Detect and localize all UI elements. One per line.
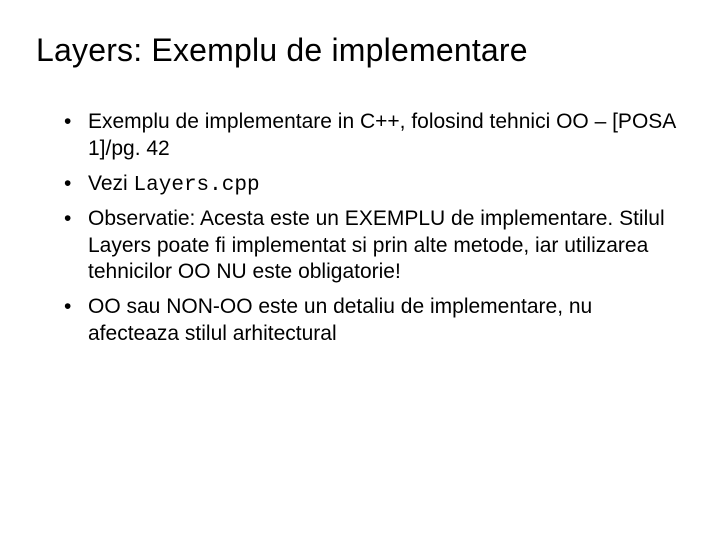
page-title: Layers: Exemplu de implementare bbox=[36, 32, 684, 69]
list-item: Vezi Layers.cpp bbox=[64, 171, 684, 200]
bullet-text: OO sau NON-OO este un detaliu de impleme… bbox=[88, 295, 592, 345]
bullet-text: Observatie: Acesta este un EXEMPLU de im… bbox=[88, 207, 665, 284]
slide: Layers: Exemplu de implementare Exemplu … bbox=[0, 0, 720, 540]
bullet-text: Vezi bbox=[88, 172, 134, 195]
bullet-list: Exemplu de implementare in C++, folosind… bbox=[36, 109, 684, 350]
code-text: Layers.cpp bbox=[134, 174, 260, 197]
list-item: Exemplu de implementare in C++, folosind… bbox=[64, 109, 684, 165]
list-item: Observatie: Acesta este un EXEMPLU de im… bbox=[64, 206, 684, 289]
bullet-text: Exemplu de implementare in C++, folosind… bbox=[88, 110, 675, 160]
list-item: OO sau NON-OO este un detaliu de impleme… bbox=[64, 294, 684, 350]
